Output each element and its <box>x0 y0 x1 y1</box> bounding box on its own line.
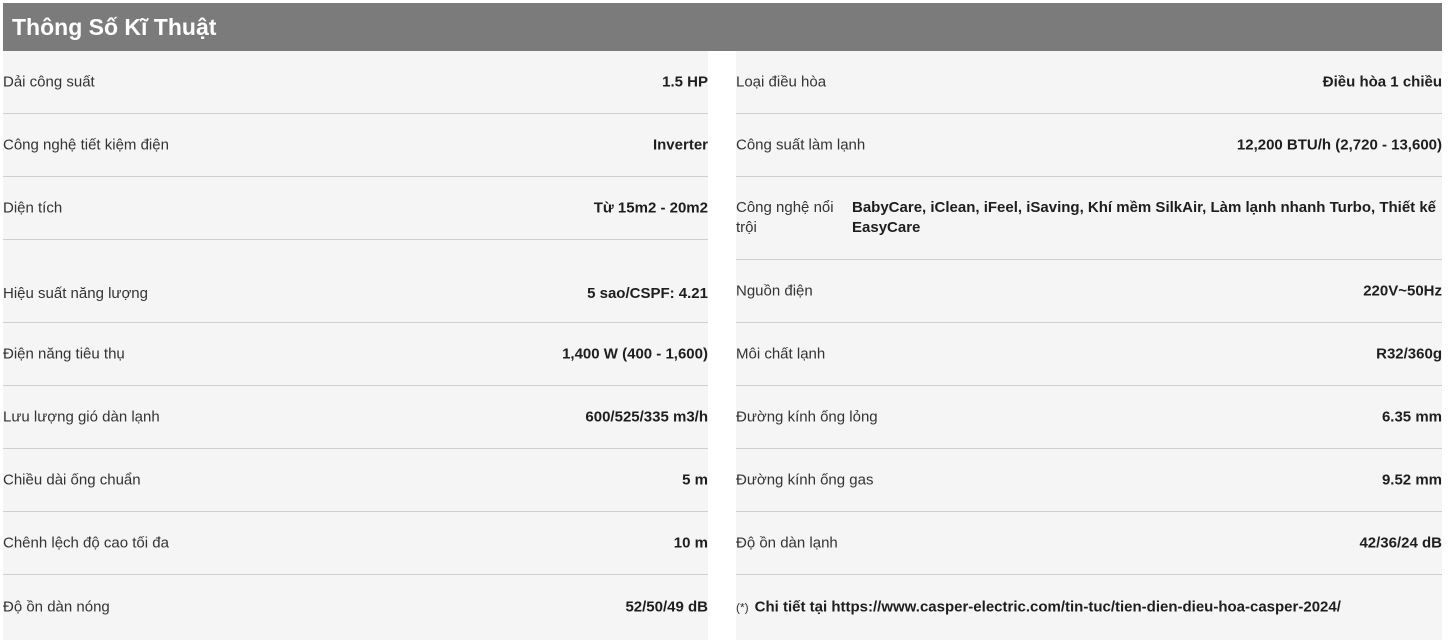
spec-row: Đường kính ống lỏng 6.35 mm <box>736 386 1442 449</box>
spec-label: Độ ồn dàn nóng <box>3 598 110 616</box>
spec-row: Chiều dài ống chuẩn 5 m <box>3 449 708 512</box>
spec-label: Diện tích <box>3 199 63 217</box>
spec-value: 5 m <box>682 471 708 489</box>
spec-label: Đường kính ống lỏng <box>736 408 878 426</box>
spec-value: 1.5 HP <box>662 73 708 91</box>
spec-value: 6.35 mm <box>1381 408 1442 426</box>
spec-label: Loại điều hòa <box>736 73 827 91</box>
spec-row: Độ ồn dàn nóng 52/50/49 dB <box>3 575 708 639</box>
spec-label: Độ ồn dàn lạnh <box>736 534 838 552</box>
spec-value: BabyCare, iClean, iFeel, iSaving, Khí mề… <box>852 199 1437 236</box>
spec-value: 42/36/24 dB <box>1359 534 1442 552</box>
spec-value: R32/360g <box>1376 345 1442 363</box>
spec-label: Công suất làm lạnh <box>736 136 866 154</box>
spec-row: Loại điều hòa Điều hòa 1 chiều <box>736 51 1442 114</box>
spec-value: 600/525/335 m3/h <box>585 408 708 426</box>
spec-label: Môi chất lạnh <box>736 345 826 363</box>
spec-row: Điện năng tiêu thụ 1,400 W (400 - 1,600) <box>3 323 708 386</box>
spec-label: Chiều dài ống chuẩn <box>3 471 141 489</box>
spec-value: 9.52 mm <box>1381 471 1442 489</box>
spec-label: Nguồn điện <box>736 282 813 300</box>
spec-label: Công nghệ tiết kiệm điện <box>3 136 169 154</box>
spec-label: Chênh lệch độ cao tối đa <box>3 534 169 552</box>
spec-label: Lưu lượng gió dàn lạnh <box>3 408 160 426</box>
spec-label: Dải công suất <box>3 73 95 91</box>
note-asterisk: (*) <box>736 600 749 615</box>
spec-row: Môi chất lạnh R32/360g <box>736 323 1442 386</box>
spec-label: Đường kính ống gas <box>736 471 874 489</box>
spec-value: Từ 15m2 - 20m2 <box>593 199 708 217</box>
spec-column-left: Dải công suất 1.5 HP Công nghệ tiết kiệm… <box>3 51 708 640</box>
spec-header: Thông Số Kĩ Thuật <box>3 3 1442 51</box>
spec-value: 10 m <box>673 534 708 552</box>
spec-value: 1,400 W (400 - 1,600) <box>562 345 708 363</box>
spec-row: Diện tích Từ 15m2 - 20m2 <box>3 177 708 240</box>
spec-row: Nguồn điện 220V~50Hz <box>736 260 1442 323</box>
spec-label: Điện năng tiêu thụ <box>3 345 125 363</box>
spec-note: (*) Chi tiết tại https://www.casper-elect… <box>736 599 1341 616</box>
spec-row: Hiệu suất năng lượng 5 sao/CSPF: 4.21 <box>3 240 708 323</box>
spec-row: Đường kính ống gas 9.52 mm <box>736 449 1442 512</box>
spec-value: 220V~50Hz <box>1363 282 1442 300</box>
note-link-text[interactable]: Chi tiết tại https://www.casper-electric… <box>755 599 1341 616</box>
spec-value: 5 sao/CSPF: 4.21 <box>587 285 708 302</box>
page-title: Thông Số Kĩ Thuật <box>12 14 217 40</box>
spec-row: Dải công suất 1.5 HP <box>3 51 708 114</box>
spec-column-right: Loại điều hòa Điều hòa 1 chiều Công suất… <box>736 51 1442 640</box>
spec-row: Chênh lệch độ cao tối đa 10 m <box>3 512 708 575</box>
spec-value: 12,200 BTU/h (2,720 - 13,600) <box>1236 136 1442 154</box>
spec-row: Công nghệ tiết kiệm điện Inverter <box>3 114 708 177</box>
spec-row: Độ ồn dàn lạnh 42/36/24 dB <box>736 512 1442 575</box>
spec-row: Lưu lượng gió dàn lạnh 600/525/335 m3/h <box>3 386 708 449</box>
spec-label: Công nghệ nổi trội <box>736 199 834 236</box>
spec-row: Công suất làm lạnh 12,200 BTU/h (2,720 -… <box>736 114 1442 177</box>
spec-note-row: (*) Chi tiết tại https://www.casper-elect… <box>736 575 1442 639</box>
spec-label: Hiệu suất năng lượng <box>3 285 148 302</box>
spec-value: Inverter <box>652 136 708 154</box>
spec-value: 52/50/49 dB <box>625 598 708 616</box>
spec-row: Công nghệ nổi trội BabyCare, iClean, iFe… <box>736 177 1442 260</box>
spec-value: Điều hòa 1 chiều <box>1322 73 1442 91</box>
